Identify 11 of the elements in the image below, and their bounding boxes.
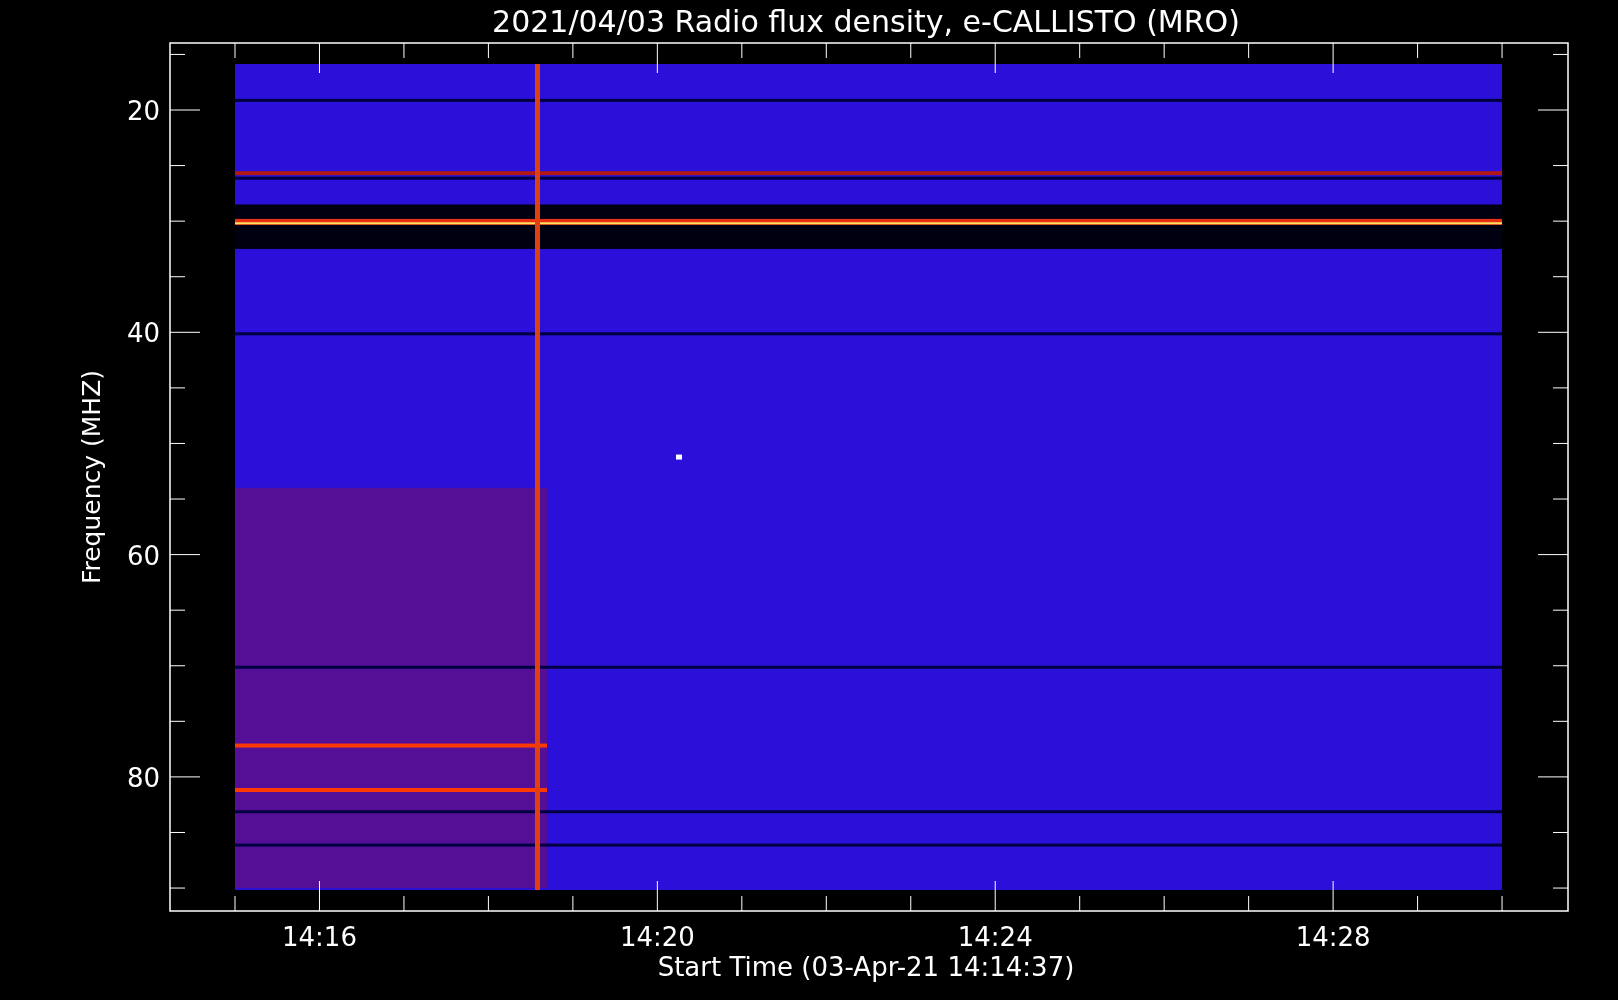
x-tick-label: 14:28 [1295,922,1371,952]
y-axis-label: Frequency (MHZ) [77,369,106,585]
x-tick-label: 14:16 [282,922,357,952]
y-tick-label: 20 [126,96,160,126]
y-tick-label: 60 [126,540,160,571]
x-tick-label: 14:20 [619,922,695,952]
x-tick-label: 14:24 [957,922,1033,952]
y-tick-label: 40 [126,318,160,349]
chart-title: 2021/04/03 Radio flux density, e-CALLISTO (MRO) [492,4,1240,39]
y-tick-label: 80 [126,762,160,793]
x-axis-label: Start Time (03-Apr-21 14:14:37) [657,952,1075,982]
